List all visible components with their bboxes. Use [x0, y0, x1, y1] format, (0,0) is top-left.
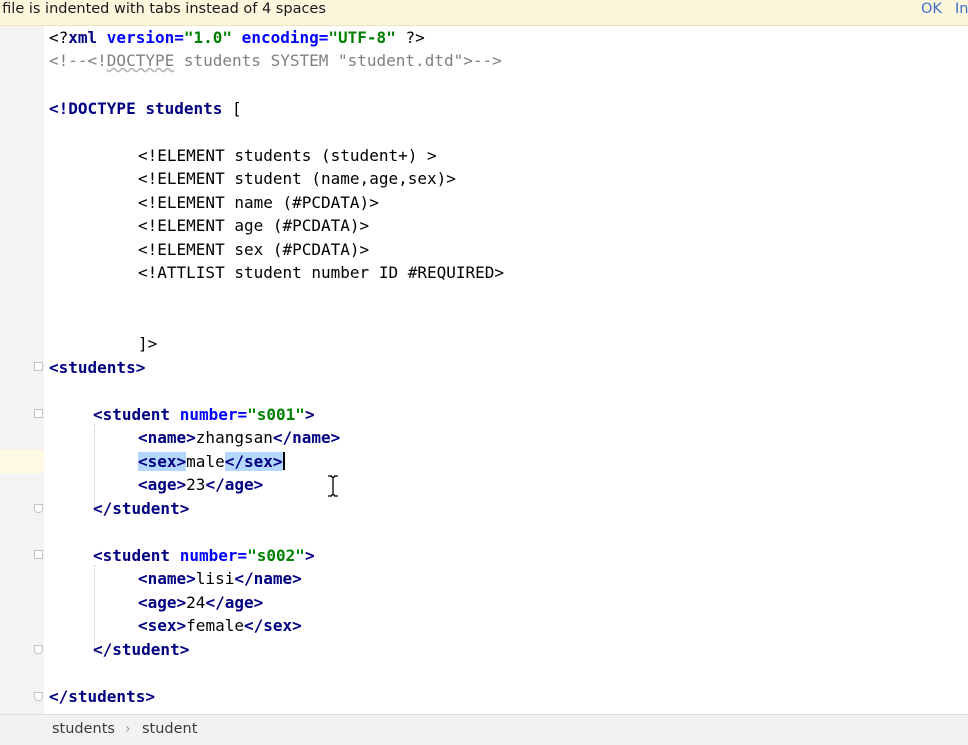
comment-line: <!--<!DOCTYPE students SYSTEM "student.d…	[49, 49, 502, 72]
attr-name: version	[106, 28, 175, 47]
xml-decl-close: ?>	[395, 28, 425, 47]
fold-marker-icon[interactable]	[34, 362, 43, 371]
matched-tag: </sex>	[224, 452, 283, 471]
indentation-notification-bar: s file is indented with tabs instead of …	[0, 0, 968, 26]
tag-name: </age>	[205, 593, 264, 612]
breadcrumb-separator-icon: ›	[125, 721, 131, 737]
breadcrumb-item-students[interactable]: students	[52, 721, 115, 737]
attr-eq: =	[237, 546, 248, 565]
dtd-line: <!ELEMENT name (#PCDATA)>	[138, 193, 379, 212]
attr-value: "UTF-8"	[328, 28, 396, 47]
tag-name: <student	[93, 405, 180, 424]
fold-end-marker-icon[interactable]	[34, 645, 43, 654]
tag-close-bracket: >	[304, 546, 315, 565]
code-editor[interactable]: <?xml version="1.0" encoding="UTF-8" ?> …	[44, 26, 968, 714]
attr-eq: =	[318, 28, 329, 47]
element-text: 24	[186, 593, 206, 612]
fold-marker-icon[interactable]	[34, 409, 43, 418]
attr-name: number	[179, 405, 238, 424]
tag-name: <age>	[138, 593, 187, 612]
comment-text: students SYSTEM "student.dtd">-->	[174, 51, 502, 70]
attr-name: encoding	[232, 28, 319, 47]
xml-decl-name: xml	[68, 28, 107, 47]
dtd-line: <!ELEMENT sex (#PCDATA)>	[138, 240, 370, 259]
tag-name: </name>	[272, 428, 341, 447]
element-text: 23	[186, 475, 206, 494]
fold-end-marker-icon[interactable]	[34, 504, 43, 513]
doctype-line: <!DOCTYPE students [	[49, 97, 242, 120]
ok-link[interactable]: OK	[921, 0, 942, 19]
dtd-line: <!ELEMENT students (student+) >	[138, 146, 437, 165]
doctype-keyword: <!DOCTYPE	[49, 99, 146, 118]
tag-name: <age>	[138, 475, 187, 494]
tag-close-bracket: >	[304, 405, 315, 424]
attr-eq: =	[174, 28, 184, 47]
doctype-bracket: [	[222, 99, 242, 118]
tag-name: </name>	[234, 569, 302, 588]
fold-marker-icon[interactable]	[34, 550, 43, 559]
breadcrumb-bar: students › student	[0, 714, 968, 745]
attr-value: "s002"	[247, 546, 305, 565]
dtd-line: <!ELEMENT student (name,age,sex)>	[138, 169, 456, 188]
element-text: zhangsan	[195, 428, 273, 447]
student-open-tag: <student number="s002">	[93, 544, 315, 567]
code-line: <?xml version="1.0" encoding="UTF-8" ?>	[49, 26, 425, 49]
age-element: <age>24</age>	[138, 591, 263, 614]
student-open-tag: <student number="s001">	[93, 403, 315, 426]
xml-decl-open: <?	[49, 28, 69, 47]
tag-name: </sex>	[243, 616, 302, 635]
attr-name: number	[179, 546, 238, 565]
name-element: <name>zhangsan</name>	[138, 426, 340, 449]
tag-name: <student	[93, 546, 180, 565]
comment-text: <!--<!	[49, 51, 107, 70]
age-element: <age>23</age>	[138, 473, 263, 496]
fold-end-marker-icon[interactable]	[34, 692, 43, 701]
dtd-close-line: ]>	[138, 334, 158, 353]
attr-value: "1.0"	[183, 28, 233, 47]
tag-name: <name>	[138, 569, 196, 588]
student-close-tag: </student>	[93, 640, 190, 659]
sex-element: <sex>male</sex>	[138, 450, 285, 473]
indentation-warning-text: s file is indented with tabs instead of …	[0, 1, 326, 17]
matched-tag: <sex>	[138, 452, 187, 471]
element-text: male	[186, 452, 225, 471]
dtd-line: <!ELEMENT age (#PCDATA)>	[138, 216, 370, 235]
element-text: lisi	[195, 569, 235, 588]
tag-name: <name>	[138, 428, 196, 447]
breadcrumb-item-student[interactable]: student	[142, 721, 197, 737]
sex-element: <sex>female</sex>	[138, 614, 302, 637]
attr-value: "s001"	[247, 405, 305, 424]
comment-text: DOCTYPE	[106, 51, 175, 70]
student-close-tag: </student>	[93, 499, 190, 518]
tag-name: </age>	[205, 475, 264, 494]
i-beam-cursor-icon	[328, 475, 338, 497]
text-caret	[282, 452, 285, 470]
students-open-tag: <students>	[49, 358, 146, 377]
name-element: <name>lisi</name>	[138, 567, 302, 590]
dtd-line: <!ATTLIST student number ID #REQUIRED>	[138, 263, 505, 282]
attr-eq: =	[237, 405, 248, 424]
indent-settings-link[interactable]: In	[955, 0, 968, 19]
doctype-root: students	[145, 99, 223, 118]
students-close-tag: </students>	[49, 687, 155, 706]
element-text: female	[186, 616, 244, 635]
tag-name: <sex>	[138, 616, 187, 635]
